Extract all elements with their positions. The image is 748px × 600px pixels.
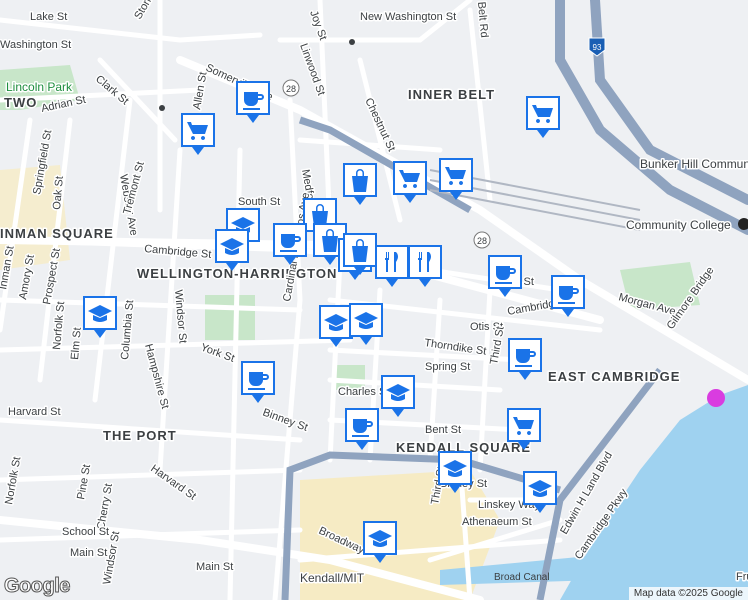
label-wellington-harrington: WELLINGTON-HARRINGTON <box>137 266 337 281</box>
label-broad-canal: Broad Canal <box>494 572 550 583</box>
label-two: TWO <box>4 95 37 110</box>
museum-icon[interactable] <box>707 389 725 407</box>
label-lincoln-park: Lincoln Park <box>6 80 73 94</box>
street-label: School St <box>62 526 109 538</box>
route-28-shield: 28 <box>282 79 300 97</box>
street-label: Washington St <box>0 39 71 51</box>
google-logo: Google <box>4 575 71 598</box>
street-label: South St <box>238 196 280 208</box>
label-kendall-mit: Kendall/MIT <box>300 571 365 585</box>
street-label: Lake St <box>30 11 67 23</box>
street-label: Bent St <box>425 424 461 436</box>
svg-text:28: 28 <box>286 84 296 94</box>
street-label: Spring St <box>425 361 470 373</box>
label-inman-square: INMAN SQUARE <box>0 226 114 241</box>
street-label: Main St <box>196 561 233 573</box>
label-bunker-hill-cc: Bunker Hill Community College <box>640 157 748 171</box>
label-community-college: Community College <box>626 218 731 232</box>
map-canvas[interactable]: 28 28 93 INNER BELT INMAN SQUARE WELLING… <box>0 0 748 600</box>
svg-text:93: 93 <box>593 43 602 52</box>
street-label: New Washington St <box>360 11 456 23</box>
svg-text:28: 28 <box>477 236 487 246</box>
label-east-cambridge: EAST CAMBRIDGE <box>548 369 680 384</box>
label-inner-belt: INNER BELT <box>408 87 495 102</box>
route-28-shield: 28 <box>473 231 491 249</box>
street-label: Main St <box>70 547 107 559</box>
street-label: Athenaeum St <box>462 516 532 528</box>
label-the-port: THE PORT <box>103 428 177 443</box>
map-attribution[interactable]: Map data ©2025 Google <box>628 587 748 600</box>
street-label: Fru <box>736 571 748 583</box>
street-label: Harvard St <box>8 406 61 418</box>
